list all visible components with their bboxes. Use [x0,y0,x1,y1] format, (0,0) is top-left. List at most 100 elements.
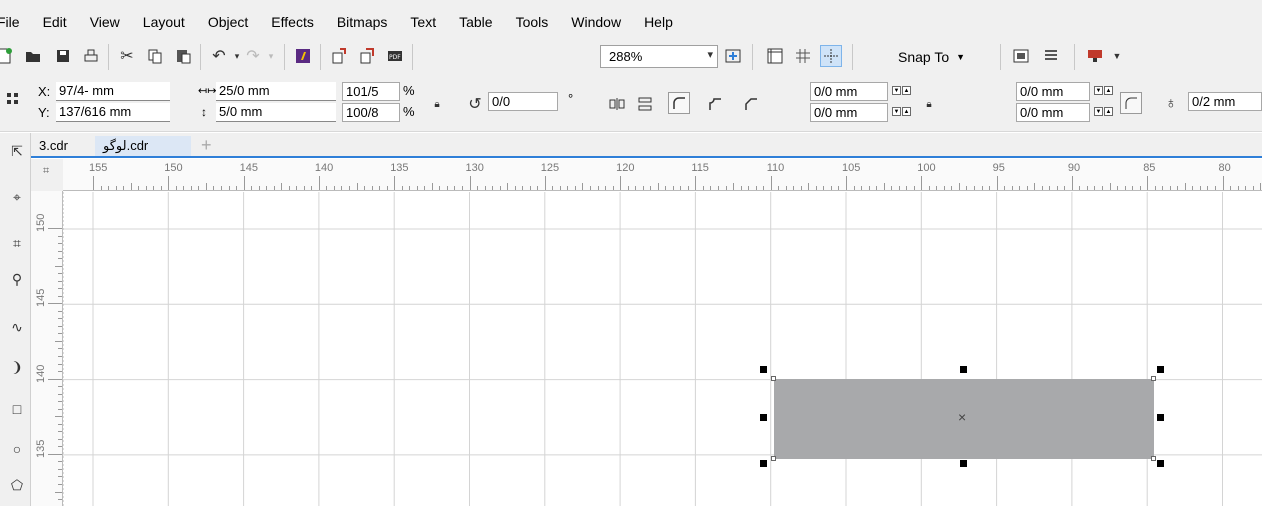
spin-down-icon[interactable]: ▼ [892,107,901,116]
cut-icon[interactable]: ✂ [116,45,138,67]
round-corner-icon[interactable] [668,92,690,114]
ellipse-tool-icon[interactable]: ○ [6,437,28,461]
outline-width-input[interactable]: 0/2 mm [1188,92,1262,111]
menu-edit[interactable]: Edit [43,14,76,30]
relative-corner-scaling-icon[interactable] [1120,92,1142,114]
scale-height-input[interactable]: 100/8 [342,103,400,122]
selection-handle[interactable] [1157,460,1164,467]
corner-radius-top-left-input[interactable]: 0/0 mm [810,82,888,101]
full-screen-preview-icon[interactable] [722,45,744,67]
spin-up-icon[interactable]: ▲ [902,86,911,95]
zoom-tool-icon[interactable]: ⚲ [6,267,28,291]
selection-handle[interactable] [760,366,767,373]
horizontal-ruler[interactable]: 155 150 145 140 135 130 125 120 115 110 105 100 95 90… [63,159,1262,191]
menu-help[interactable]: Help [644,14,682,30]
corner-node[interactable] [771,456,776,461]
menu-tools[interactable]: Tools [516,14,558,30]
chamfered-corner-icon[interactable] [740,93,762,115]
ruler-tick [58,333,62,335]
welcome-screen-icon[interactable] [1084,45,1106,67]
selection-handle[interactable] [760,414,767,421]
menu-window[interactable]: Window [571,14,630,30]
spin-up-icon[interactable]: ▲ [1104,107,1113,116]
save-icon[interactable] [52,45,74,67]
scale-width-input[interactable]: 101/5 [342,82,400,101]
chevron-down-icon[interactable]: ▼ [1106,45,1128,67]
lock-ratio-icon[interactable]: 🔒︎ [426,93,448,115]
selection-handle[interactable] [1157,414,1164,421]
reference-point-icon[interactable] [2,88,24,110]
spin-down-icon[interactable]: ▼ [1094,107,1103,116]
redo-dropdown-icon[interactable]: ▾ [260,45,282,67]
scalloped-corner-icon[interactable] [704,93,726,115]
selection-handle[interactable] [1157,366,1164,373]
menu-layout[interactable]: Layout [143,14,194,30]
show-grid-icon[interactable] [792,45,814,67]
y-position-input[interactable]: 137/616 mm [56,103,170,122]
ruler-tick [1124,186,1126,190]
add-tab-icon[interactable]: + [201,135,212,156]
import-icon[interactable] [328,45,350,67]
ruler-tick [175,186,177,190]
ruler-tick [251,186,253,190]
mirror-horizontal-icon[interactable] [606,93,628,115]
copy-icon[interactable] [144,45,166,67]
shape-tool-icon[interactable]: ⌖ [6,185,28,209]
ruler-tick [58,401,62,403]
pick-tool-icon[interactable]: ⇱ [6,139,28,163]
publish-pdf-icon[interactable]: PDF [384,45,406,67]
menu-effects[interactable]: Effects [271,14,323,30]
polygon-tool-icon[interactable]: ⬠ [6,473,28,497]
corel-connect-icon[interactable] [292,45,314,67]
selection-handle[interactable] [960,460,967,467]
spin-down-icon[interactable]: ▼ [1094,86,1103,95]
corner-radius-bottom-left-input[interactable]: 0/0 mm [810,103,888,122]
show-guidelines-icon[interactable] [820,45,842,67]
ruler-origin-corner[interactable]: ⌗ [31,159,63,191]
new-document-icon[interactable] [0,45,16,67]
paste-icon[interactable] [172,45,194,67]
spin-down-icon[interactable]: ▼ [892,86,901,95]
open-folder-icon[interactable] [22,45,44,67]
menu-bitmaps[interactable]: Bitmaps [337,14,397,30]
corner-node[interactable] [1151,376,1156,381]
drawing-canvas[interactable]: × [63,192,1262,506]
menu-view[interactable]: View [90,14,129,30]
options-icon[interactable] [1010,45,1032,67]
ruler-tick [996,176,998,190]
mirror-vertical-icon[interactable] [634,93,656,115]
selection-handle[interactable] [760,460,767,467]
corner-radius-bottom-right-input[interactable]: 0/0 mm [1016,103,1090,122]
corner-radius-top-right-input[interactable]: 0/0 mm [1016,82,1090,101]
object-width-input[interactable]: 25/0 mm [216,82,336,101]
rotation-angle-input[interactable]: 0/0 [488,92,558,111]
crop-tool-icon[interactable]: ⌗ [6,231,28,255]
tab-logo-cdr[interactable]: لوگو.cdr [95,136,191,156]
x-position-input[interactable]: 97/4- mm [56,82,170,101]
tab-3-cdr[interactable]: 3.cdr [31,136,74,156]
rectangle-tool-icon[interactable]: □ [6,397,28,421]
center-marker-icon[interactable]: × [958,409,966,425]
menu-text[interactable]: Text [410,14,445,30]
lock-corners-icon[interactable]: 🔒︎ [918,93,940,115]
spin-up-icon[interactable]: ▲ [1104,86,1113,95]
menu-file[interactable]: File [0,14,29,30]
export-icon[interactable] [356,45,378,67]
snap-to-button[interactable]: Snap To ▼ [898,46,965,68]
corner-node[interactable] [1151,456,1156,461]
print-icon[interactable] [80,45,102,67]
corner-node[interactable] [771,376,776,381]
application-launcher-icon[interactable] [1040,45,1062,67]
ruler-tick [213,186,215,190]
zoom-level-combo[interactable]: 288% ▾ [600,45,718,68]
artistic-media-icon[interactable]: ❩ [6,355,28,379]
freehand-tool-icon[interactable]: ∿ [6,315,28,339]
selection-handle[interactable] [960,366,967,373]
vertical-ruler[interactable]: 150 145 140 135 [31,191,63,506]
menu-table[interactable]: Table [459,14,501,30]
spin-up-icon[interactable]: ▲ [902,107,911,116]
show-rulers-icon[interactable] [764,45,786,67]
ruler-tick [1214,186,1216,190]
menu-object[interactable]: Object [208,14,257,30]
object-height-input[interactable]: 5/0 mm [216,103,336,122]
